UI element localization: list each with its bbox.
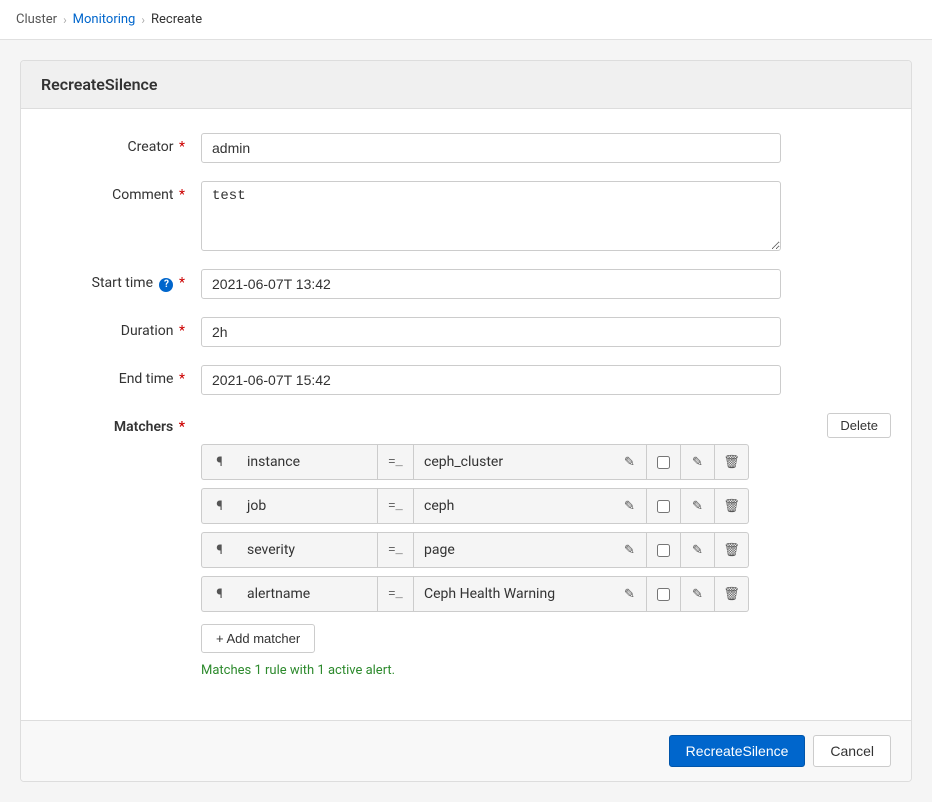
matcher-row: ¶ instance =_ ceph_cluster ✎ ✎ 🗑	[201, 444, 891, 480]
cancel-button[interactable]: Cancel	[813, 735, 891, 767]
card-title: RecreateSilence	[41, 75, 891, 94]
page-container: RecreateSilence Creator * Comment * test	[0, 40, 932, 802]
comment-required: *	[179, 187, 185, 203]
comment-group: Comment * test	[41, 181, 891, 251]
card-body: Creator * Comment * test Start time ? *	[21, 109, 911, 720]
matcher-checkbox[interactable]	[657, 500, 670, 513]
matcher-operator-cell: =_	[377, 532, 413, 568]
matchers-label: Matchers *	[41, 413, 201, 435]
matcher-row: ¶ job =_ ceph ✎ ✎ 🗑	[201, 488, 891, 524]
matcher-operator-cell: =_	[377, 576, 413, 612]
matcher-name-cell: severity	[237, 532, 377, 568]
breadcrumb-cluster[interactable]: Cluster	[16, 12, 57, 27]
breadcrumb-current: Recreate	[151, 12, 202, 27]
matcher-delete-btn[interactable]: 🗑	[715, 488, 749, 524]
matcher-delete-btn[interactable]: 🗑	[715, 444, 749, 480]
start-time-required: *	[179, 275, 185, 291]
matcher-value-cell: ceph_cluster	[413, 444, 613, 480]
matcher-operator-cell: =_	[377, 444, 413, 480]
start-time-input[interactable]	[201, 269, 781, 299]
matchers-content: Delete ¶ instance =_ ceph_cluster ✎ ✎ 🗑	[201, 413, 891, 678]
creator-input[interactable]	[201, 133, 781, 163]
start-time-info-icon[interactable]: ?	[159, 278, 173, 292]
main-card: RecreateSilence Creator * Comment * test	[20, 60, 912, 782]
creator-label: Creator *	[41, 133, 201, 155]
matcher-operator-cell: =_	[377, 488, 413, 524]
end-time-label: End time *	[41, 365, 201, 387]
matcher-edit-btn[interactable]: ✎	[681, 488, 715, 524]
matcher-checkbox-cell	[647, 488, 681, 524]
matcher-name-cell: job	[237, 488, 377, 524]
matcher-value-cell: page	[413, 532, 613, 568]
breadcrumb-sep-1: ›	[63, 13, 67, 27]
comment-label: Comment *	[41, 181, 201, 203]
card-header: RecreateSilence	[21, 61, 911, 109]
comment-input[interactable]: test	[201, 181, 781, 251]
add-matcher-button[interactable]: + Add matcher	[201, 624, 315, 653]
recreate-silence-button[interactable]: RecreateSilence	[669, 735, 806, 767]
matchers-header: Delete	[201, 413, 891, 438]
delete-all-button[interactable]: Delete	[827, 413, 891, 438]
matcher-checkbox-cell	[647, 576, 681, 612]
matcher-name-cell: alertname	[237, 576, 377, 612]
start-time-group: Start time ? *	[41, 269, 891, 299]
matcher-type-icon: ¶	[201, 532, 237, 568]
matcher-row: ¶ alertname =_ Ceph Health Warning ✎ ✎ 🗑	[201, 576, 891, 612]
matcher-regex-btn[interactable]: ✎	[613, 488, 647, 524]
matcher-checkbox[interactable]	[657, 544, 670, 557]
creator-required: *	[179, 139, 185, 155]
matcher-delete-btn[interactable]: 🗑	[715, 532, 749, 568]
creator-group: Creator *	[41, 133, 891, 163]
matcher-row: ¶ severity =_ page ✎ ✎ 🗑	[201, 532, 891, 568]
breadcrumb: Cluster › Monitoring › Recreate	[0, 0, 932, 40]
end-time-group: End time *	[41, 365, 891, 395]
matcher-type-icon: ¶	[201, 576, 237, 612]
matcher-regex-btn[interactable]: ✎	[613, 444, 647, 480]
matcher-delete-btn[interactable]: 🗑	[715, 576, 749, 612]
matcher-checkbox[interactable]	[657, 588, 670, 601]
breadcrumb-monitoring[interactable]: Monitoring	[73, 12, 136, 27]
matcher-regex-btn[interactable]: ✎	[613, 576, 647, 612]
matcher-checkbox-cell	[647, 444, 681, 480]
duration-input[interactable]	[201, 317, 781, 347]
matcher-value-cell: Ceph Health Warning	[413, 576, 613, 612]
card-footer: RecreateSilence Cancel	[21, 720, 911, 781]
matcher-edit-btn[interactable]: ✎	[681, 576, 715, 612]
matchers-section: Matchers * Delete ¶ instance =_ ceph_clu…	[41, 413, 891, 678]
matcher-type-icon: ¶	[201, 488, 237, 524]
end-time-input[interactable]	[201, 365, 781, 395]
matcher-edit-btn[interactable]: ✎	[681, 444, 715, 480]
matcher-edit-btn[interactable]: ✎	[681, 532, 715, 568]
breadcrumb-sep-2: ›	[141, 13, 145, 27]
matcher-value-cell: ceph	[413, 488, 613, 524]
duration-label: Duration *	[41, 317, 201, 339]
matcher-checkbox-cell	[647, 532, 681, 568]
matcher-regex-btn[interactable]: ✎	[613, 532, 647, 568]
match-info: Matches 1 rule with 1 active alert.	[201, 663, 891, 678]
duration-group: Duration *	[41, 317, 891, 347]
start-time-label: Start time ? *	[41, 269, 201, 292]
duration-required: *	[179, 323, 185, 339]
matcher-type-icon: ¶	[201, 444, 237, 480]
matcher-checkbox[interactable]	[657, 456, 670, 469]
end-time-required: *	[179, 371, 185, 387]
matchers-required: *	[179, 419, 185, 435]
matcher-name-cell: instance	[237, 444, 377, 480]
